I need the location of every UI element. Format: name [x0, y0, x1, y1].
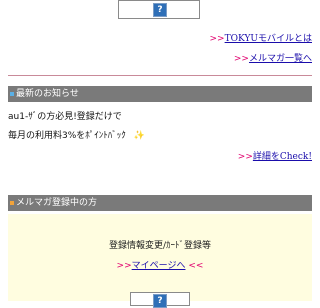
- news-line-1: au1-ｻﾞの方必見!登録だけで: [8, 112, 122, 122]
- mypage-link-row: >>マイページへ <<: [8, 258, 312, 271]
- news-section-title: 最新のお知らせ: [16, 89, 79, 99]
- link-arrows: >>: [116, 261, 132, 271]
- mailmag-section-header: メルマガ登録中の方: [8, 195, 312, 211]
- bottom-banner-image[interactable]: ?: [130, 292, 190, 308]
- tokyu-mobile-link[interactable]: TOKYUモバイルとは: [225, 34, 312, 44]
- news-line-2-row: 毎月の利用料3%をﾎﾟｲﾝﾄﾊﾞｯｸ ✨: [8, 128, 145, 141]
- news-detail-link[interactable]: 詳細をCheck!: [253, 152, 312, 162]
- orange-square-icon: [10, 200, 14, 205]
- link-arrows: >>: [233, 54, 249, 64]
- mailmag-list-link-row: >>メルマガ一覧へ: [234, 51, 312, 64]
- mypage-link[interactable]: マイページへ: [132, 261, 186, 271]
- divider: [8, 75, 312, 76]
- mailmag-list-link[interactable]: メルマガ一覧へ: [249, 54, 312, 64]
- link-arrows-right: <<: [188, 261, 204, 271]
- tokyu-mobile-link-row: >>TOKYUモバイルとは: [210, 31, 312, 44]
- link-arrows: >>: [237, 152, 253, 162]
- link-arrows: >>: [209, 34, 225, 44]
- news-line-2: 毎月の利用料3%をﾎﾟｲﾝﾄﾊﾞｯｸ: [8, 131, 126, 141]
- top-banner-image[interactable]: ?: [118, 0, 200, 19]
- news-detail-link-row: >>詳細をCheck!: [238, 149, 312, 162]
- mailmag-section-title: メルマガ登録中の方: [16, 198, 98, 208]
- news-section-header: 最新のお知らせ: [8, 86, 312, 102]
- sparkle-icon: ✨: [133, 131, 145, 141]
- question-image-icon: ?: [153, 3, 167, 17]
- blue-square-icon: [10, 91, 14, 96]
- registration-change-text: 登録情報変更/ｶｰﾄﾞ登録等: [108, 241, 212, 251]
- question-image-icon: ?: [153, 294, 167, 308]
